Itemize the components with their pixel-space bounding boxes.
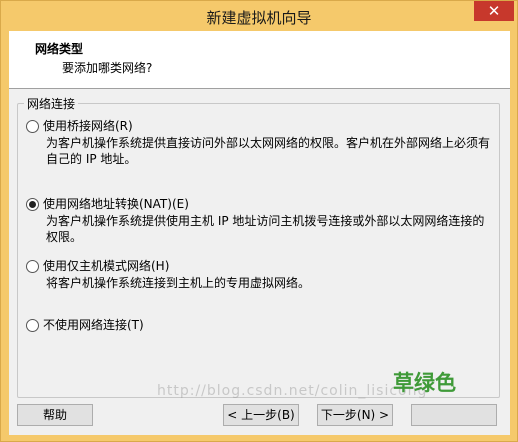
close-icon: ✕ (487, 2, 501, 20)
finish-button[interactable] (411, 404, 497, 426)
overlay-color-label: 草绿色 (393, 371, 456, 395)
radio-row-nat[interactable]: 使用网络地址转换(NAT)(E) (26, 196, 496, 212)
description-host-only: 将客户机操作系统连接到主机上的专用虚拟网络。 (46, 276, 311, 290)
window-title: 新建虚拟机向导 (206, 9, 312, 27)
radio-bridged[interactable] (26, 119, 39, 133)
radio-row-bridged[interactable]: 使用桥接网络(R) (26, 118, 496, 134)
option-no-network: 不使用网络连接(T) (26, 317, 496, 333)
next-button[interactable]: 下一步(N) > (317, 404, 393, 426)
option-bridged: 使用桥接网络(R) 为客户机操作系统提供直接访问外部以太网网络的权限。客户机在外… (26, 118, 496, 167)
back-button[interactable]: < 上一步(B) (223, 404, 299, 426)
radio-label-host-only[interactable]: 使用仅主机模式网络(H) (43, 258, 169, 274)
description-bridged: 为客户机操作系统提供直接访问外部以太网网络的权限。客户机在外部网络上必须有自己的… (46, 136, 491, 166)
wizard-window: 新建虚拟机向导 ✕ 网络类型 要添加哪类网络? 网络连接 使用桥接网络(R) 为… (0, 0, 518, 442)
option-host-only: 使用仅主机模式网络(H) 将客户机操作系统连接到主机上的专用虚拟网络。 (26, 258, 496, 291)
description-nat: 为客户机操作系统提供使用主机 IP 地址访问主机拨号连接或外部以太网网络连接的权… (46, 214, 485, 244)
group-legend: 网络连接 (24, 95, 79, 112)
help-button[interactable]: 帮助 (17, 404, 93, 426)
network-connection-group: 网络连接 使用桥接网络(R) 为客户机操作系统提供直接访问外部以太网网络的权限。… (17, 95, 500, 398)
option-nat: 使用网络地址转换(NAT)(E) 为客户机操作系统提供使用主机 IP 地址访问主… (26, 196, 496, 245)
radio-row-no-network[interactable]: 不使用网络连接(T) (26, 317, 496, 333)
radio-no-network[interactable] (26, 318, 39, 332)
radio-host-only[interactable] (26, 259, 39, 273)
wizard-header: 网络类型 要添加哪类网络? (9, 31, 510, 89)
radio-row-host-only[interactable]: 使用仅主机模式网络(H) (26, 258, 496, 274)
radio-label-no-network[interactable]: 不使用网络连接(T) (43, 317, 144, 333)
title-bar[interactable]: 新建虚拟机向导 ✕ (1, 1, 517, 31)
radio-label-bridged[interactable]: 使用桥接网络(R) (43, 118, 133, 134)
close-button[interactable]: ✕ (474, 1, 514, 21)
page-title: 网络类型 (35, 42, 84, 56)
page-subtitle: 要添加哪类网络? (62, 61, 153, 75)
radio-label-nat[interactable]: 使用网络地址转换(NAT)(E) (43, 196, 189, 212)
radio-nat[interactable] (26, 197, 39, 211)
